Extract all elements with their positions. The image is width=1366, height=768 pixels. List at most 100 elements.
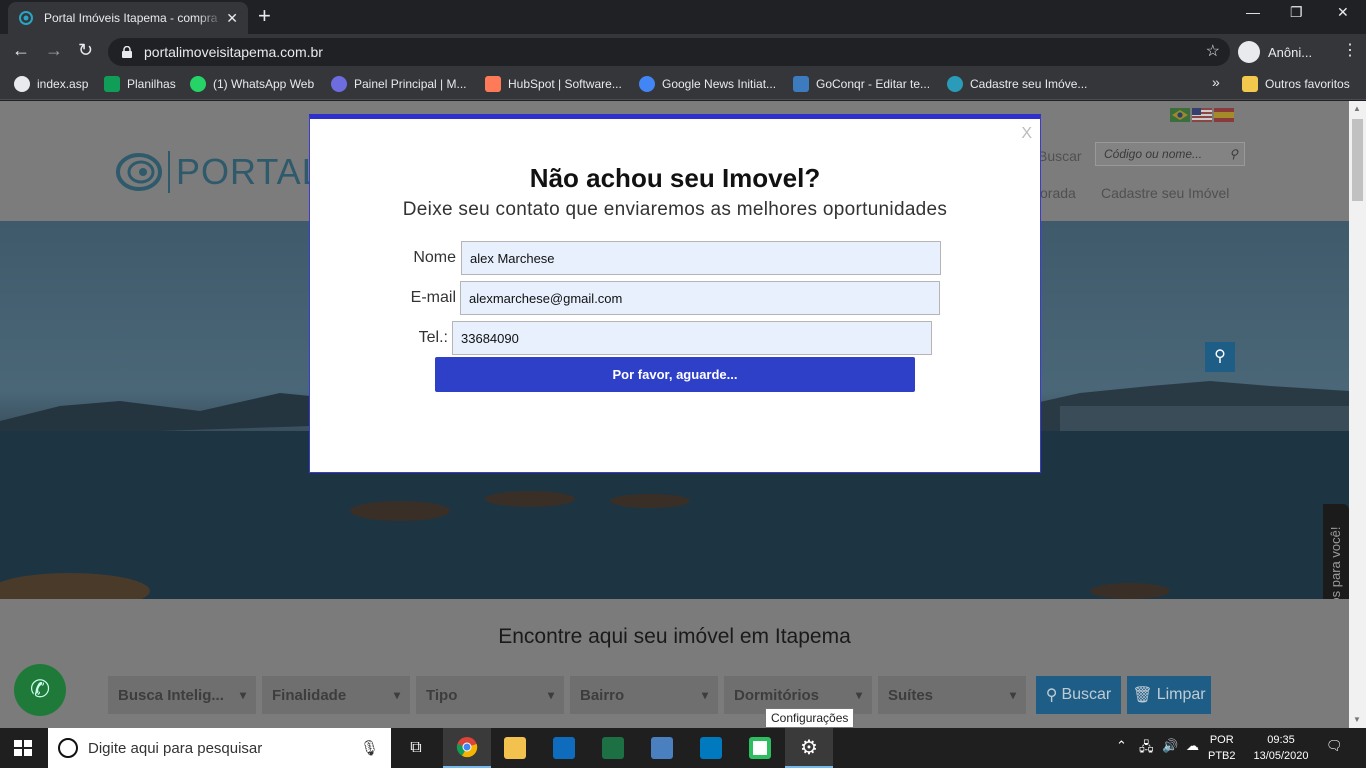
bookmark-item[interactable]: Painel Principal | M... — [331, 76, 467, 92]
bookmarks-overflow-button[interactable]: » — [1212, 74, 1220, 90]
page-scrollbar[interactable]: ▲ ▼ — [1349, 101, 1366, 728]
modal-subtitle: Deixe seu contato que enviaremos as melh… — [402, 199, 948, 220]
bookmark-star-icon[interactable]: ☆ — [1206, 41, 1220, 61]
notifications-icon[interactable]: 🗨 — [1326, 738, 1343, 754]
clear-button-label: Limpar — [1156, 686, 1206, 703]
email-label: E-mail — [410, 289, 456, 306]
modal-close-button[interactable]: X — [1021, 125, 1032, 143]
bookmark-label: Google News Initiat... — [662, 77, 777, 91]
chevron-down-icon: ▾ — [239, 688, 246, 702]
phone-input[interactable] — [452, 321, 932, 355]
brazil-flag-icon[interactable] — [1170, 108, 1190, 122]
modal-title: Não achou seu Imovel? — [529, 163, 821, 193]
chevron-down-icon: ▾ — [701, 688, 708, 702]
hero-search-button[interactable]: ⚲ — [1205, 342, 1235, 372]
network-app-icon[interactable] — [638, 728, 686, 768]
address-bar[interactable]: portalimoveisitapema.com.br ☆ — [108, 38, 1230, 66]
new-tab-button[interactable]: + — [258, 5, 271, 27]
lock-icon — [122, 46, 132, 58]
filter-suites[interactable]: Suítes ▾ — [878, 676, 1026, 714]
filter-bairro[interactable]: Bairro ▾ — [570, 676, 718, 714]
name-input[interactable] — [461, 241, 941, 275]
evernote-icon[interactable] — [736, 728, 784, 768]
outlook-icon[interactable] — [540, 728, 588, 768]
bookmark-label: Painel Principal | M... — [354, 77, 467, 91]
bookmark-label: HubSpot | Software... — [508, 77, 622, 91]
phone-label: Tel.: — [418, 329, 448, 346]
filter-busca-inteligente[interactable]: Busca Intelig... ▾ — [108, 676, 256, 714]
folder-icon — [1242, 76, 1258, 92]
minimize-icon[interactable]: — — [1246, 4, 1260, 20]
microphone-icon[interactable]: 🎙 — [360, 739, 379, 757]
site-favicon-icon — [19, 11, 33, 25]
chrome-taskbar-icon[interactable] — [443, 728, 491, 768]
panel-icon — [331, 76, 347, 92]
search-button-label: Buscar — [1061, 686, 1112, 703]
bookmark-item[interactable]: Planilhas — [104, 76, 176, 92]
settings-gear-icon[interactable]: ⚙ — [785, 728, 833, 768]
scrollbar-thumb[interactable] — [1352, 119, 1363, 201]
language-indicator[interactable]: POR PTB2 — [1208, 732, 1236, 764]
filter-finalidade[interactable]: Finalidade ▾ — [262, 676, 410, 714]
bookmark-item[interactable]: HubSpot | Software... — [485, 76, 622, 92]
taskbar-search-placeholder: Digite aqui para pesquisar — [88, 739, 263, 757]
tray-overflow-icon[interactable]: ⌃ — [1116, 738, 1127, 754]
chevron-down-icon: ▾ — [1009, 688, 1016, 702]
profile-button[interactable]: Anôni... — [1238, 38, 1312, 66]
submit-button[interactable]: Por favor, aguarde... — [435, 357, 915, 392]
url-text: portalimoveisitapema.com.br — [144, 44, 323, 60]
clock-time: 09:35 — [1267, 734, 1295, 746]
name-label: Nome — [413, 249, 456, 266]
chrome-icon — [456, 737, 478, 758]
scroll-up-icon[interactable]: ▲ — [1353, 104, 1361, 113]
tab-close-icon[interactable]: ✕ — [226, 10, 238, 27]
search-icon[interactable]: ⚲ — [1229, 147, 1238, 161]
bookmark-item[interactable]: Cadastre seu Imóve... — [947, 76, 1087, 92]
other-bookmarks-folder[interactable]: Outros favoritos — [1242, 76, 1350, 92]
nav-item-partial[interactable]: orada — [1040, 185, 1076, 201]
reload-icon[interactable]: ↻ — [78, 40, 93, 61]
nav-item-cadastre[interactable]: Cadastre seu Imóvel — [1101, 185, 1229, 201]
header-search-label: Buscar — [1038, 148, 1082, 164]
network-icon[interactable]: 🖧 — [1139, 738, 1154, 760]
forward-icon[interactable]: → — [45, 40, 63, 61]
bookmark-item[interactable]: index.asp — [14, 76, 88, 92]
browser-menu-icon[interactable]: ⋮ — [1342, 40, 1358, 60]
bookmark-label: Outros favoritos — [1265, 77, 1350, 91]
excel-icon[interactable] — [589, 728, 637, 768]
search-button[interactable]: ⚲ Buscar — [1036, 676, 1121, 714]
taskbar-search-box[interactable]: Digite aqui para pesquisar 🎙 — [48, 728, 391, 768]
volume-icon[interactable]: 🔊 — [1162, 738, 1178, 754]
bookmark-item[interactable]: GoConqr - Editar te... — [793, 76, 930, 92]
filter-label: Tipo — [426, 686, 458, 704]
trello-icon[interactable] — [687, 728, 735, 768]
usa-flag-icon[interactable] — [1192, 108, 1212, 122]
restore-icon[interactable]: ❐ — [1290, 4, 1303, 21]
cortana-icon — [58, 738, 78, 758]
weather-cloud-icon[interactable]: ☁ — [1186, 738, 1199, 754]
taskbar-clock[interactable]: 09:35 13/05/2020 — [1250, 732, 1312, 764]
bookmarks-bar: index.asp Planilhas (1) WhatsApp Web Pai… — [0, 70, 1366, 100]
bookmark-item[interactable]: (1) WhatsApp Web — [190, 76, 314, 92]
filter-tipo[interactable]: Tipo ▾ — [416, 676, 564, 714]
hubspot-icon — [485, 76, 501, 92]
clear-button[interactable]: 🗑 Limpar — [1127, 676, 1211, 714]
task-view-icon[interactable]: ⧉ — [392, 728, 440, 768]
spain-flag-icon[interactable] — [1214, 108, 1234, 122]
header-search-input[interactable]: Código ou nome... ⚲ — [1095, 142, 1245, 166]
chevron-down-icon: ▾ — [393, 688, 400, 702]
property-search-section: Encontre aqui seu imóvel em Itapema Busc… — [0, 599, 1349, 728]
bookmark-label: GoConqr - Editar te... — [816, 77, 931, 91]
file-explorer-icon[interactable] — [491, 728, 539, 768]
window-close-icon[interactable]: ✕ — [1337, 4, 1349, 21]
bookmark-label: index.asp — [37, 77, 89, 91]
email-input[interactable] — [460, 281, 940, 315]
back-icon[interactable]: ← — [12, 40, 30, 61]
bookmark-item[interactable]: Google News Initiat... — [639, 76, 776, 92]
scroll-down-icon[interactable]: ▼ — [1353, 715, 1361, 724]
windows-start-icon[interactable] — [14, 740, 32, 756]
filter-label: Dormitórios — [734, 686, 820, 704]
lang-line-2: PTB2 — [1208, 750, 1236, 762]
browser-tab[interactable]: Portal Imóveis Itapema - compra ✕ — [8, 2, 248, 34]
whatsapp-float-button[interactable]: ✆ — [14, 664, 66, 716]
